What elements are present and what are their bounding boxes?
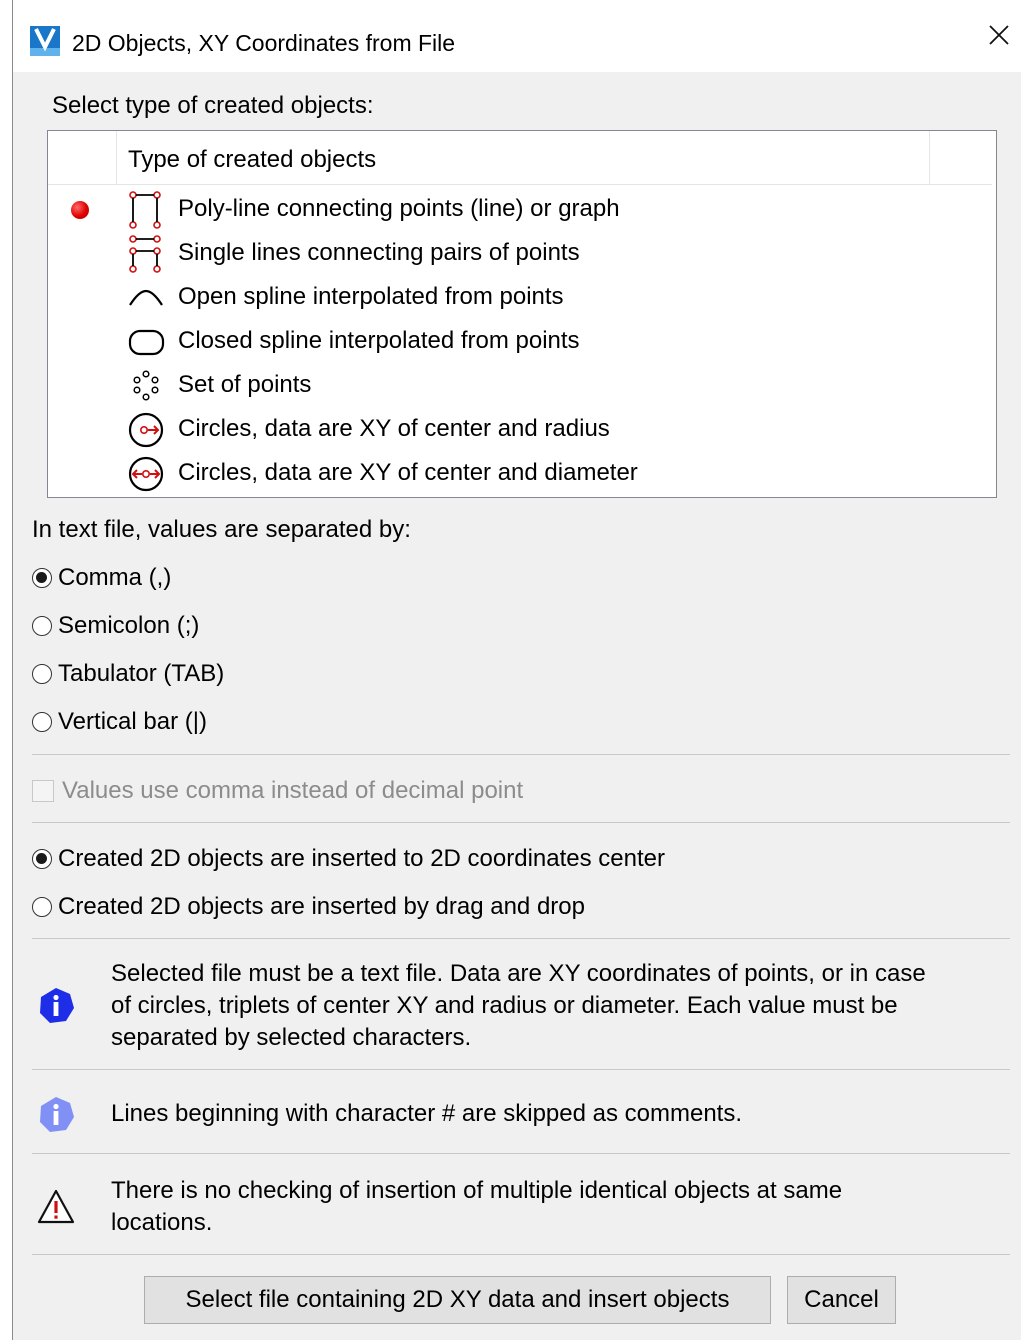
divider [32,1254,1010,1255]
note-line: There is no checking of insertion of mul… [111,1177,843,1204]
note-line: Selected file must be a text file. Data … [111,960,926,987]
radio-button[interactable] [32,664,52,684]
circle-radius-icon [128,412,164,448]
close-button[interactable] [976,12,1021,58]
radio-button[interactable] [32,849,52,869]
list-item-label: Closed spline interpolated from points [178,327,580,354]
header-divider [116,131,117,184]
radio-comma[interactable]: Comma (,) [32,560,171,596]
info-note-comments: Lines beginning with character # are ski… [111,1100,743,1127]
radio-label: Created 2D objects are inserted by drag … [58,893,585,920]
list-item-label: Single lines connecting pairs of points [178,239,580,266]
list-header: Type of created objects [48,131,992,185]
cancel-button[interactable]: Cancel [787,1276,896,1324]
selected-indicator-icon [71,201,89,219]
list-item-single-lines[interactable]: Single lines connecting pairs of points [48,231,992,275]
note-line: locations. [111,1209,213,1236]
radio-vertical-bar[interactable]: Vertical bar (|) [32,704,207,740]
list-item-label: Circles, data are XY of center and radiu… [178,415,610,442]
circle-diameter-icon [128,456,164,492]
app-logo-icon [30,26,60,56]
radio-label: Created 2D objects are inserted to 2D co… [58,845,665,872]
open-spline-icon [129,289,163,306]
warning-note: There is no checking of insertion of mul… [111,1175,842,1239]
single-lines-icon [129,235,161,273]
divider [32,1069,1010,1070]
header-divider [929,131,930,184]
radio-label: Tabulator (TAB) [58,660,225,687]
warning-icon [37,1189,75,1224]
radio-tabulator[interactable]: Tabulator (TAB) [32,656,224,692]
divider [32,822,1010,823]
select-file-button[interactable]: Select file containing 2D XY data and in… [144,1276,771,1324]
list-item-label: Circles, data are XY of center and diame… [178,459,638,486]
divider [32,754,1010,755]
radio-insert-drag-drop[interactable]: Created 2D objects are inserted by drag … [32,889,585,925]
list-item-label: Set of points [178,371,312,398]
divider [32,1153,1010,1154]
info-icon [40,1097,74,1132]
radio-insert-center[interactable]: Created 2D objects are inserted to 2D co… [32,841,665,877]
window-title: 2D Objects, XY Coordinates from File [72,30,456,56]
radio-label: Comma (,) [58,564,172,591]
info-note-file-format: Selected file must be a text file. Data … [111,958,926,1054]
note-line: of circles, triplets of center XY and ra… [111,992,898,1019]
close-icon [989,25,1009,45]
list-item-label: Open spline interpolated from points [178,283,564,310]
list-item-set-of-points[interactable]: Set of points [48,363,992,407]
object-type-prompt: Select type of created objects: [52,92,374,119]
list-item-polyline[interactable]: Poly-line connecting points (line) or gr… [48,187,992,231]
radio-button[interactable] [32,616,52,636]
radio-button[interactable] [32,568,52,588]
column-header-type[interactable]: Type of created objects [128,146,376,174]
title-bar: 2D Objects, XY Coordinates from File [13,0,1021,72]
list-item-circle-diameter[interactable]: Circles, data are XY of center and diame… [48,451,992,495]
radio-label: Semicolon (;) [58,612,200,639]
polyline-icon [129,191,161,229]
radio-button[interactable] [32,897,52,917]
divider [32,938,1010,939]
list-item-label: Poly-line connecting points (line) or gr… [178,195,620,222]
note-line: separated by selected characters. [111,1024,472,1051]
list-item-closed-spline[interactable]: Closed spline interpolated from points [48,319,992,363]
point-set-icon [133,370,159,401]
radio-button[interactable] [32,712,52,732]
decimal-comma-checkbox[interactable] [32,780,54,802]
closed-spline-icon [128,329,165,356]
object-type-list[interactable]: Type of created objects Poly-line connec… [47,130,997,498]
checkbox-label: Values use comma instead of decimal poin… [62,777,524,804]
list-item-open-spline[interactable]: Open spline interpolated from points [48,275,992,319]
separator-prompt: In text file, values are separated by: [32,516,411,543]
radio-semicolon[interactable]: Semicolon (;) [32,608,199,644]
decimal-comma-option[interactable]: Values use comma instead of decimal poin… [32,775,523,807]
dialog-window: 2D Objects, XY Coordinates from File Sel… [12,0,1021,1340]
radio-label: Vertical bar (|) [58,708,207,735]
info-icon [40,988,74,1023]
list-item-circle-radius[interactable]: Circles, data are XY of center and radiu… [48,407,992,451]
